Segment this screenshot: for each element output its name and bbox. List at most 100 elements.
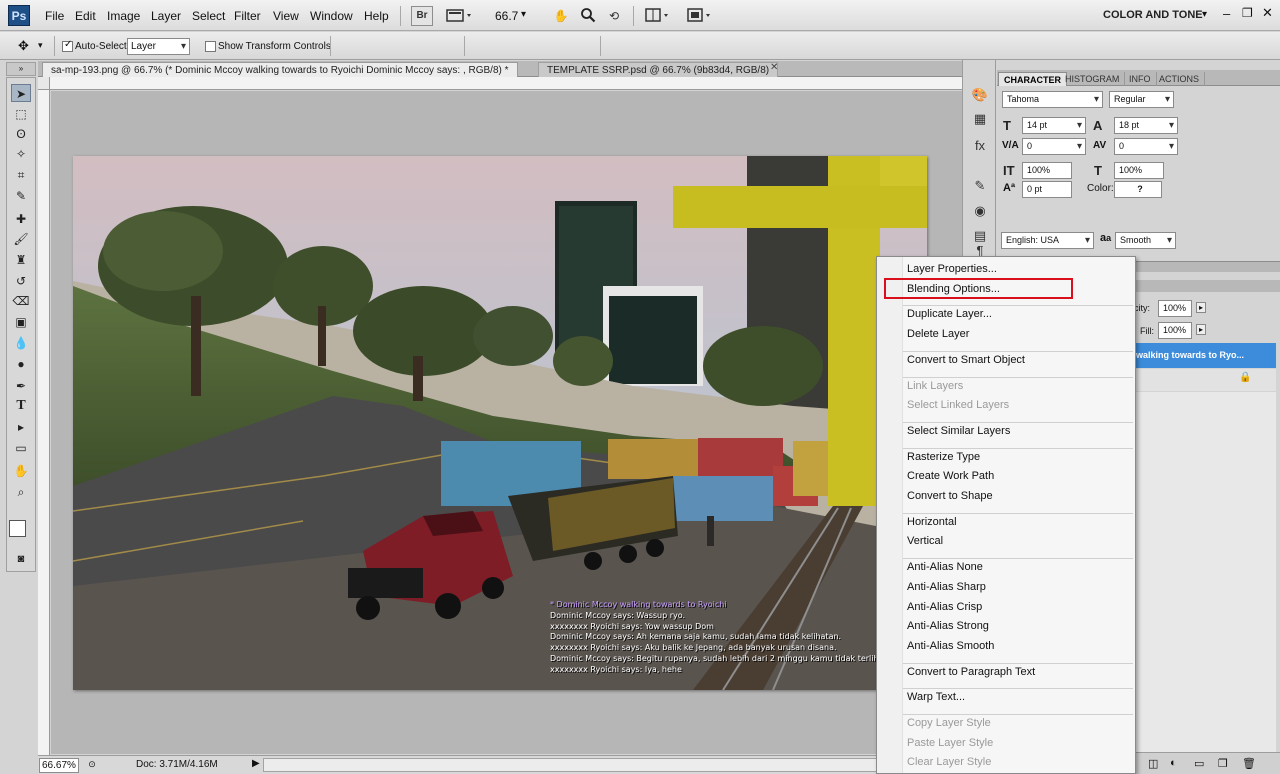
zoom-tool-icon[interactable]: ⌕	[11, 483, 31, 501]
zoom-tool-icon[interactable]	[577, 6, 599, 26]
layer-row[interactable]	[1136, 369, 1276, 391]
workspace-switcher[interactable]: COLOR AND TONE	[1103, 9, 1203, 21]
minimize-icon[interactable]: –	[1223, 6, 1230, 21]
status-menu-arrow-icon[interactable]: ▶	[252, 758, 260, 769]
arrange-documents-icon[interactable]	[642, 6, 674, 26]
tab-histogram[interactable]: HISTOGRAM	[1060, 72, 1126, 86]
brush-presets-icon[interactable]: ✎	[971, 178, 989, 194]
zoom-input[interactable]: 66.67%	[39, 758, 79, 773]
menu-item-vertical[interactable]: Vertical	[907, 535, 943, 547]
menu-item-anti-alias-strong[interactable]: Anti-Alias Strong	[907, 620, 989, 632]
hand-tool-icon[interactable]: ✋	[550, 6, 572, 26]
new-layer-icon[interactable]: ❐	[1218, 757, 1228, 770]
menu-item-duplicate-layer[interactable]: Duplicate Layer...	[907, 308, 992, 320]
restore-icon[interactable]: ❐	[1242, 6, 1253, 20]
fill-input[interactable]: 100%	[1158, 322, 1192, 339]
tab-template-ssrp[interactable]: TEMPLATE SSRP.psd @ 66.7% (9b83d4, RGB/8…	[538, 62, 779, 77]
fill-slider-arrow-icon[interactable]: ▸	[1196, 324, 1207, 335]
menu-view[interactable]: View	[273, 9, 299, 23]
menu-item-link-layers[interactable]: Link Layers	[907, 380, 963, 392]
clone-stamp-tool-icon[interactable]: ♜	[11, 251, 31, 269]
swatches-panel-icon[interactable]: ▦	[971, 111, 989, 127]
gradient-tool-icon[interactable]: ▣	[11, 313, 31, 331]
vertical-scale-input[interactable]: 100%	[1022, 162, 1072, 179]
tools-panel-header[interactable]: »	[6, 62, 36, 76]
tab-info[interactable]: INFO	[1124, 72, 1157, 86]
menu-item-select-linked-layers[interactable]: Select Linked Layers	[907, 399, 1009, 411]
styles-panel-icon[interactable]: fx	[971, 138, 989, 154]
language-dropdown[interactable]: English: USA	[1001, 232, 1094, 249]
menu-item-anti-alias-smooth[interactable]: Anti-Alias Smooth	[907, 640, 994, 652]
menu-item-convert-to-paragraph-text[interactable]: Convert to Paragraph Text	[907, 666, 1035, 678]
opacity-input[interactable]: 100%	[1158, 300, 1192, 317]
magic-wand-tool-icon[interactable]: ✧	[11, 145, 31, 163]
menu-item-convert-to-shape[interactable]: Convert to Shape	[907, 490, 993, 502]
anti-alias-dropdown[interactable]: Smooth	[1115, 232, 1176, 249]
menu-item-paste-layer-style[interactable]: Paste Layer Style	[907, 737, 993, 749]
menu-edit[interactable]: Edit	[75, 9, 96, 23]
game-screenshot[interactable]: * Dominic Mccoy walking towards to Ryoic…	[73, 156, 927, 690]
adjustment-layer-icon[interactable]: ◐	[1170, 757, 1177, 769]
show-transform-checkbox[interactable]	[205, 40, 216, 52]
font-style-dropdown[interactable]: Regular	[1109, 91, 1174, 108]
menu-file[interactable]: File	[45, 9, 64, 23]
menu-item-clear-layer-style[interactable]: Clear Layer Style	[907, 756, 991, 768]
history-brush-tool-icon[interactable]: ↺	[11, 272, 31, 290]
foreground-color-swatch[interactable]	[9, 520, 26, 537]
menu-select[interactable]: Select	[192, 9, 225, 23]
close-icon[interactable]: ✕	[1262, 5, 1273, 21]
zoom-level-readout[interactable]: 66.7	[495, 9, 518, 23]
lasso-tool-icon[interactable]: ʘ	[11, 125, 31, 143]
group-icon[interactable]: ▭	[1194, 757, 1204, 770]
hand-tool-icon[interactable]: ✋	[11, 462, 31, 480]
shape-tool-icon[interactable]: ▭	[11, 439, 31, 457]
marquee-tool-icon[interactable]: ⬚	[11, 105, 31, 123]
type-tool-icon[interactable]: T	[11, 397, 31, 415]
add-mask-icon[interactable]: ◫	[1148, 757, 1158, 770]
font-family-dropdown[interactable]: Tahoma	[1002, 91, 1103, 108]
chevron-down-icon[interactable]: ▾	[1202, 9, 1207, 20]
ruler-origin[interactable]	[38, 77, 50, 90]
blur-tool-icon[interactable]: 💧	[11, 334, 31, 352]
menu-item-blending-options[interactable]: Blending Options...	[907, 283, 1000, 295]
path-selection-tool-icon[interactable]: ▸	[11, 418, 31, 436]
trash-icon[interactable]: 🗑	[1242, 757, 1256, 770]
kerning-dropdown[interactable]: 0	[1022, 138, 1086, 155]
screen-mode-icon[interactable]	[684, 6, 716, 26]
horizontal-scale-input[interactable]: 100%	[1114, 162, 1164, 179]
tool-presets-icon[interactable]: ▤	[971, 228, 989, 244]
move-tool-icon[interactable]: ✥	[18, 38, 29, 54]
menu-help[interactable]: Help	[364, 9, 389, 23]
tab-actions[interactable]: ACTIONS	[1154, 72, 1206, 86]
dodge-tool-icon[interactable]: ●	[11, 355, 31, 373]
layers-list[interactable]	[1136, 392, 1276, 752]
color-panel-icon[interactable]: 🎨	[971, 87, 989, 103]
chevron-down-icon[interactable]: ▾	[38, 40, 43, 51]
horizontal-scrollbar[interactable]	[263, 758, 963, 772]
menu-item-create-work-path[interactable]: Create Work Path	[907, 470, 994, 482]
menu-item-delete-layer[interactable]: Delete Layer	[907, 328, 969, 340]
menu-filter[interactable]: Filter	[234, 9, 261, 23]
menu-layer[interactable]: Layer	[151, 9, 181, 23]
vertical-ruler[interactable]	[38, 77, 50, 755]
menu-item-rasterize-type[interactable]: Rasterize Type	[907, 451, 980, 463]
menu-item-layer-properties[interactable]: Layer Properties...	[907, 263, 997, 275]
view-extras-button[interactable]	[443, 6, 477, 26]
crop-tool-icon[interactable]: ⌗	[11, 166, 31, 184]
menu-item-copy-layer-style[interactable]: Copy Layer Style	[907, 717, 991, 729]
menu-item-select-similar-layers[interactable]: Select Similar Layers	[907, 425, 1010, 437]
menu-item-anti-alias-sharp[interactable]: Anti-Alias Sharp	[907, 581, 986, 593]
auto-select-dropdown[interactable]: Layer	[127, 38, 190, 55]
menu-window[interactable]: Window	[310, 9, 353, 23]
chevron-down-icon[interactable]: ▾	[521, 9, 526, 20]
eyedropper-tool-icon[interactable]: ✎	[11, 187, 31, 205]
tracking-dropdown[interactable]: 0	[1114, 138, 1178, 155]
horizontal-ruler[interactable]	[50, 77, 962, 90]
status-options-icon[interactable]: ⊙	[86, 758, 98, 771]
menu-image[interactable]: Image	[107, 9, 140, 23]
layer-row-selected[interactable]: walking towards to Ryo...	[1136, 343, 1276, 368]
quick-mask-icon[interactable]: ◙	[11, 550, 31, 568]
text-color-swatch[interactable]: ?	[1114, 181, 1162, 198]
font-size-dropdown[interactable]: 14 pt	[1022, 117, 1086, 134]
auto-select-checkbox[interactable]: ✓	[62, 39, 73, 52]
